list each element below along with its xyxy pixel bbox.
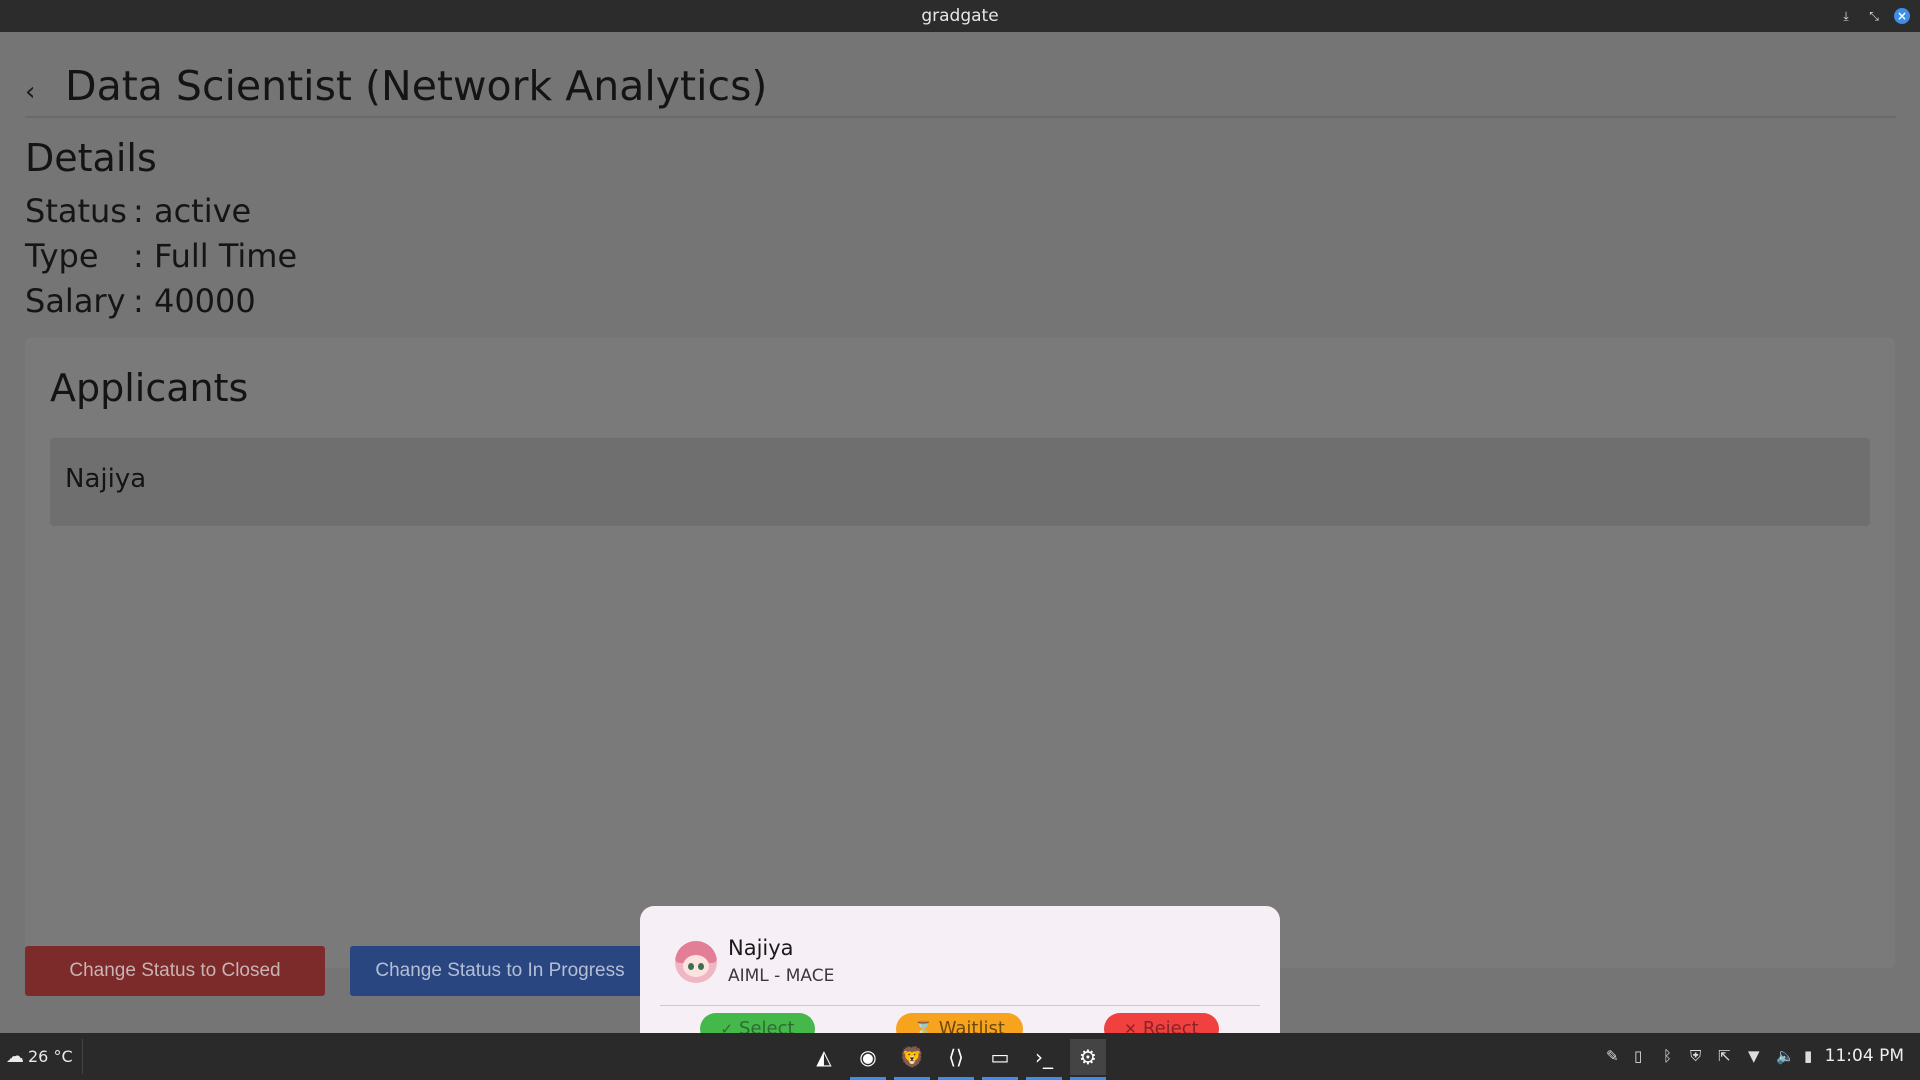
detail-key: Status	[25, 192, 127, 230]
clipboard-icon[interactable]: ▯	[1634, 1033, 1642, 1080]
detail-key: Type	[25, 237, 99, 275]
weather-temperature: 26 °C	[28, 1047, 73, 1066]
taskbar-divider	[82, 1039, 83, 1074]
terminal-icon[interactable]: ›_	[1026, 1039, 1062, 1080]
shield-icon[interactable]: ⛨	[1690, 1033, 1701, 1080]
detail-type: Type: Full Time	[25, 237, 297, 275]
files-icon[interactable]: ▭	[982, 1039, 1018, 1080]
detail-status: Status: active	[25, 192, 251, 230]
applicant-sheet-subtitle: AIML - MACE	[728, 966, 835, 986]
change-status-closed-button[interactable]: Change Status to Closed	[25, 946, 325, 996]
change-status-in-progress-button[interactable]: Change Status to In Progress	[350, 946, 650, 996]
detail-value: active	[153, 192, 252, 230]
weather-widget[interactable]: ☁ 26 °C	[6, 1033, 73, 1080]
applicants-heading: Applicants	[50, 366, 249, 410]
avatar	[675, 941, 717, 983]
cloud-rain-icon: ☁	[6, 1046, 24, 1067]
settings-gear-icon[interactable]: ⚙	[1070, 1039, 1106, 1080]
divider	[660, 1005, 1260, 1006]
list-item[interactable]: Najiya	[50, 438, 1870, 526]
minimize-icon[interactable]: ⤓	[1838, 8, 1854, 24]
battery-icon[interactable]: ▮	[1804, 1033, 1812, 1080]
window-titlebar: gradgate ⤓ ⤡ ×	[0, 0, 1920, 32]
restore-icon[interactable]: ⤡	[1866, 8, 1882, 24]
detail-value: Full Time	[153, 237, 298, 275]
detail-salary: Salary: 40000	[25, 282, 256, 320]
detail-value: 40000	[153, 282, 256, 320]
detail-sep: :	[133, 237, 144, 275]
pen-icon[interactable]: ✎	[1606, 1033, 1619, 1080]
applicant-name: Najiya	[65, 464, 147, 494]
applicants-card: Applicants Najiya	[25, 338, 1895, 968]
detail-key: Salary	[25, 282, 126, 320]
clock[interactable]: 11:04 PM	[1825, 1033, 1904, 1080]
close-icon[interactable]: ×	[1894, 8, 1910, 24]
details-heading: Details	[25, 136, 157, 180]
page-title: Data Scientist (Network Analytics)	[65, 62, 768, 110]
applicant-sheet-name: Najiya	[728, 936, 794, 960]
volume-icon[interactable]: 🔈	[1776, 1033, 1795, 1080]
page-header: ‹ Data Scientist (Network Analytics)	[25, 58, 1896, 118]
chrome-icon[interactable]: ◉	[850, 1039, 886, 1080]
detail-sep: :	[133, 192, 144, 230]
brave-icon[interactable]: 🦁	[894, 1039, 930, 1080]
mountain-app-icon[interactable]: ◭	[806, 1039, 842, 1075]
taskbar: ☁ 26 °C ◭ ◉ 🦁 ⟨⟩ ▭ ›_ ⚙ ✎ ▯ ᛒ ⛨ ⇱ ▼ 🔈 ▮ 1…	[0, 1033, 1920, 1080]
wifi-icon[interactable]: ▼	[1748, 1033, 1760, 1080]
back-arrow-icon[interactable]: ‹	[25, 78, 53, 106]
window-title: gradgate	[921, 6, 999, 26]
vpn-icon[interactable]: ⇱	[1718, 1033, 1731, 1080]
detail-sep: :	[133, 282, 144, 320]
app-content: ‹ Data Scientist (Network Analytics) Det…	[0, 32, 1920, 1065]
bluetooth-icon[interactable]: ᛒ	[1663, 1033, 1672, 1080]
vscode-icon[interactable]: ⟨⟩	[938, 1039, 974, 1080]
